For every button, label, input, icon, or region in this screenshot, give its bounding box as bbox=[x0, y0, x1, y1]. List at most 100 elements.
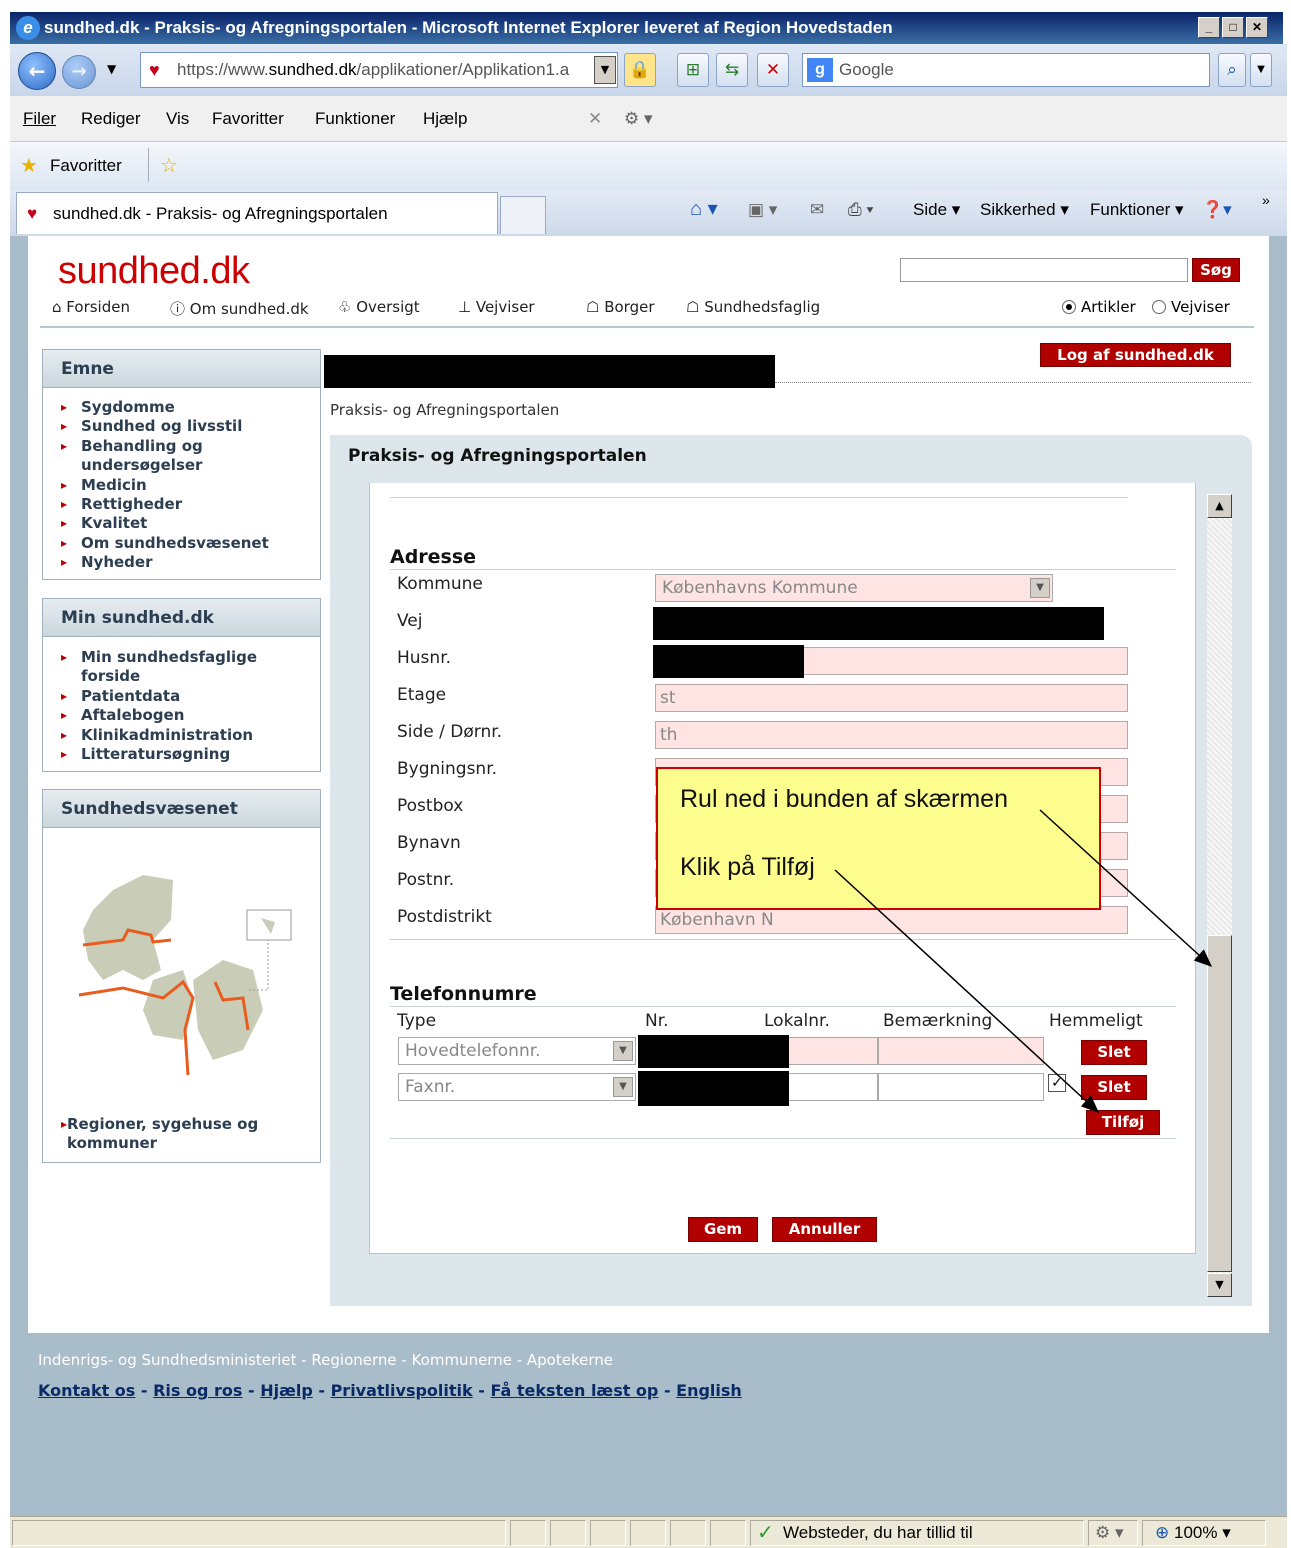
footer-link-privatliv[interactable]: Privatlivspolitik bbox=[331, 1381, 473, 1400]
chevron-down-icon[interactable]: ▼ bbox=[1030, 578, 1050, 598]
chevron-more-icon[interactable]: » bbox=[1262, 192, 1270, 208]
footer-link-hjaelp[interactable]: Hjælp bbox=[260, 1381, 313, 1400]
radio-artikler[interactable]: Artikler bbox=[1062, 298, 1136, 316]
sidebar-item-medicin[interactable]: Medicin bbox=[43, 476, 320, 496]
minimize-button[interactable]: _ bbox=[1198, 17, 1220, 38]
add-favorite-icon[interactable]: ☆ bbox=[160, 153, 178, 178]
compatibility-view-icon[interactable]: ⊞ bbox=[677, 53, 709, 87]
address-bar[interactable]: ♥ https://www.sundhed.dk/applikationer/Ap… bbox=[140, 52, 618, 88]
nav-sundhedsfaglig[interactable]: ☖ Sundhedsfaglig bbox=[686, 298, 820, 316]
etage-field[interactable]: st bbox=[655, 684, 1128, 712]
history-dropdown-icon[interactable]: ▼ bbox=[107, 62, 116, 76]
logout-button[interactable]: Log af sundhed.dk bbox=[1040, 343, 1231, 367]
footer-link-ris[interactable]: Ris og ros bbox=[153, 1381, 242, 1400]
status-text-panel bbox=[12, 1520, 506, 1546]
scrollbar-thumb[interactable] bbox=[1207, 935, 1232, 1272]
tab-active[interactable]: ♥ sundhed.dk - Praksis- og Afregningspor… bbox=[16, 192, 498, 234]
sidebar-item-om[interactable]: Om sundhedsvæsenet bbox=[43, 534, 320, 554]
close-button[interactable]: ✕ bbox=[1246, 17, 1268, 38]
delete-button[interactable]: Slet bbox=[1081, 1075, 1147, 1100]
address-dropdown-icon[interactable]: ▼ bbox=[594, 56, 616, 84]
favorites-star-icon[interactable]: ★ bbox=[20, 153, 38, 178]
phone-remark-field[interactable] bbox=[878, 1037, 1044, 1065]
breadcrumb[interactable]: Praksis- og Afregningsportalen bbox=[330, 401, 559, 419]
help-icon[interactable]: ❓▾ bbox=[1202, 200, 1232, 220]
secret-checkbox[interactable]: ✓ bbox=[1048, 1074, 1066, 1092]
menu-vis[interactable]: Vis bbox=[166, 109, 189, 129]
save-button[interactable]: Gem bbox=[688, 1217, 758, 1242]
denmark-map-image[interactable] bbox=[43, 830, 320, 1080]
sidebar-item-klinik[interactable]: Klinikadministration bbox=[43, 726, 320, 746]
nav-vejviser[interactable]: ⊥ Vejviser bbox=[458, 298, 535, 316]
close-toolbar-icon[interactable]: ✕ bbox=[588, 109, 602, 129]
scroll-up-icon[interactable]: ▲ bbox=[1207, 494, 1232, 518]
sidebar-item-sygdomme[interactable]: Sygdomme bbox=[43, 398, 320, 418]
cancel-button[interactable]: Annuller bbox=[772, 1217, 877, 1242]
sidebar-min-title: Min sundhed.dk bbox=[43, 599, 320, 637]
delete-button[interactable]: Slet bbox=[1081, 1040, 1147, 1065]
sidebar-item-forside[interactable]: Min sundhedsfaglige forside bbox=[43, 648, 283, 687]
site-logo[interactable]: sundhed.dk bbox=[58, 250, 250, 293]
nav-om[interactable]: ⓘ Om sundhed.dk bbox=[170, 298, 309, 319]
cmd-funktioner[interactable]: Funktioner ▾ bbox=[1090, 200, 1184, 220]
radio-vejviser[interactable]: Vejviser bbox=[1152, 298, 1230, 316]
menu-rediger[interactable]: Rediger bbox=[81, 109, 141, 129]
search-field[interactable]: g Google bbox=[802, 53, 1210, 87]
lock-icon[interactable]: 🔒 bbox=[624, 53, 656, 87]
sidebar-item-aftalebogen[interactable]: Aftalebogen bbox=[43, 706, 320, 726]
sidebar-item-nyheder[interactable]: Nyheder bbox=[43, 553, 320, 573]
protected-mode-icon[interactable]: ⚙ ▾ bbox=[1088, 1520, 1138, 1546]
postdistrikt-field[interactable]: København N bbox=[655, 906, 1128, 934]
home-icon[interactable]: ⌂ ▾ bbox=[690, 196, 718, 221]
scroll-down-icon[interactable]: ▼ bbox=[1207, 1273, 1232, 1297]
footer-link-english[interactable]: English bbox=[676, 1381, 742, 1400]
search-options-icon[interactable]: ▼ bbox=[1250, 53, 1272, 87]
feeds-icon[interactable]: ▣ ▾ bbox=[748, 200, 777, 220]
refresh-icon[interactable]: ⇆ bbox=[716, 53, 748, 87]
footer-link-laest-op[interactable]: Få teksten læst op bbox=[490, 1381, 658, 1400]
cmd-sikkerhed[interactable]: Sikkerhed ▾ bbox=[980, 200, 1069, 220]
fax-remark-field[interactable] bbox=[878, 1073, 1044, 1101]
kommune-select[interactable]: Københavns Kommune ▼ bbox=[655, 574, 1053, 602]
cmd-side[interactable]: Side ▾ bbox=[913, 200, 960, 220]
mail-icon[interactable]: ✉ bbox=[810, 200, 824, 220]
menu-funktioner[interactable]: Funktioner bbox=[315, 109, 395, 129]
sidebar-item-rettigheder[interactable]: Rettigheder bbox=[43, 495, 320, 515]
translate-icon[interactable]: ⚙ ▾ bbox=[624, 109, 653, 129]
forward-button[interactable]: → bbox=[62, 55, 96, 89]
maximize-button[interactable]: □ bbox=[1222, 17, 1244, 38]
fax-type-select[interactable]: Faxnr. ▼ bbox=[398, 1073, 636, 1101]
add-phone-button[interactable]: Tilføj bbox=[1086, 1110, 1160, 1135]
favorites-button[interactable]: Favoritter bbox=[50, 156, 122, 176]
nav-forsiden[interactable]: ⌂ Forsiden bbox=[52, 298, 130, 316]
new-tab-button[interactable] bbox=[500, 196, 546, 234]
back-button[interactable]: ← bbox=[18, 52, 56, 90]
security-zone[interactable]: ✓ Websteder, du har tillid til bbox=[750, 1520, 1084, 1546]
site-search-button[interactable]: Søg bbox=[1192, 258, 1240, 282]
print-icon[interactable]: ⎙ ▾ bbox=[848, 200, 873, 220]
col-type: Type bbox=[397, 1011, 437, 1031]
site-search-input[interactable] bbox=[900, 258, 1188, 282]
sidebar-link-regioner[interactable]: Regioner, sygehuse og kommuner bbox=[43, 1115, 313, 1154]
stop-icon[interactable]: ✕ bbox=[757, 53, 789, 87]
footer-orgs[interactable]: Indenrigs- og Sundhedsministeriet - Regi… bbox=[38, 1351, 613, 1369]
menu-filer[interactable]: Filer bbox=[23, 109, 56, 129]
sidebar-item-sundhed[interactable]: Sundhed og livsstil bbox=[43, 417, 320, 437]
search-icon[interactable]: ⌕ bbox=[1218, 53, 1246, 87]
nav-borger[interactable]: ☖ Borger bbox=[586, 298, 655, 316]
phone-type-select[interactable]: Hovedtelefonnr. ▼ bbox=[398, 1037, 636, 1065]
sidebar-sv-title: Sundhedsvæsenet bbox=[43, 790, 320, 828]
footer-link-kontakt[interactable]: Kontakt os bbox=[38, 1381, 135, 1400]
sidebar-item-behandling[interactable]: Behandling og undersøgelser bbox=[43, 437, 253, 476]
menu-favoritter[interactable]: Favoritter bbox=[212, 109, 284, 129]
zoom-control[interactable]: ⊕ 100% ▾ bbox=[1142, 1520, 1266, 1546]
sidebar-item-kvalitet[interactable]: Kvalitet bbox=[43, 514, 320, 534]
chevron-down-icon[interactable]: ▼ bbox=[613, 1041, 633, 1061]
sidebar-item-litteratur[interactable]: Litteratursøgning bbox=[43, 745, 320, 765]
nav-oversigt[interactable]: ♧ Oversigt bbox=[338, 298, 420, 316]
chevron-down-icon[interactable]: ▼ bbox=[613, 1077, 633, 1097]
menu-hjaelp[interactable]: Hjælp bbox=[423, 109, 467, 129]
label-side: Side / Dørnr. bbox=[397, 722, 503, 742]
sidebar-item-patientdata[interactable]: Patientdata bbox=[43, 687, 320, 707]
side-field[interactable]: th bbox=[655, 721, 1128, 749]
